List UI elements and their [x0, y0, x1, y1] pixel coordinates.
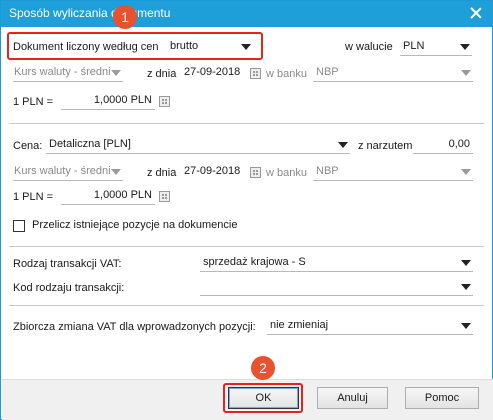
calculator-icon[interactable] [159, 96, 170, 107]
price-rate-left-label: 1 PLN = [13, 191, 54, 203]
highlight-box-1 [7, 32, 263, 60]
vat-code-label: Kod rodzaju transakcji: [13, 282, 125, 294]
separator [9, 246, 484, 247]
vat-transaction-value: sprzedaż krajowa - S [203, 256, 306, 268]
rate-type-dropdown[interactable]: Kurs waluty - średni [13, 64, 123, 82]
separator [9, 305, 484, 306]
calculator-icon[interactable] [159, 191, 170, 202]
chevron-down-icon [461, 260, 471, 266]
currency-dropdown[interactable]: PLN [400, 38, 472, 56]
step-badge-2: 2 [251, 356, 275, 380]
recalc-checkbox[interactable] [13, 220, 25, 232]
vat-transaction-dropdown[interactable]: sprzedaż krajowa - S [200, 254, 473, 272]
chevron-down-icon [111, 70, 121, 76]
vat-change-label: Zbiorcza zmiana VAT dla wprowadzonych po… [13, 321, 256, 333]
price-bank-dropdown[interactable]: NBP [313, 163, 473, 181]
currency-label: w walucie [345, 41, 393, 53]
chevron-down-icon [461, 284, 471, 290]
chevron-down-icon [460, 44, 470, 50]
currency-value: PLN [403, 40, 425, 52]
price-date-field[interactable]: 27-09-2018 [181, 163, 245, 181]
window-title: Sposób wyliczania dokumentu [9, 6, 171, 20]
separator [9, 123, 484, 124]
vat-code-dropdown[interactable] [200, 278, 473, 296]
date-field[interactable]: 27-09-2018 [181, 64, 245, 82]
price-rate-type-dropdown[interactable]: Kurs waluty - średni [13, 163, 123, 181]
markup-value: 0,00 [448, 138, 470, 150]
date-value: 27-09-2018 [184, 66, 241, 78]
bank-value: NBP [316, 66, 339, 78]
markup-label: z narzutem [358, 140, 413, 152]
chevron-down-icon [461, 70, 471, 76]
price-rate-value: 1,0000 PLN [93, 189, 152, 201]
bank-dropdown[interactable]: NBP [313, 64, 473, 82]
rate-left-label: 1 PLN = [13, 96, 54, 108]
cancel-button[interactable]: Anuluj [317, 387, 388, 409]
price-dropdown[interactable]: Detaliczna [PLN] [46, 136, 350, 154]
price-bank-value: NBP [316, 165, 339, 177]
calendar-icon[interactable] [250, 68, 261, 79]
vat-change-value: nie zmieniaj [270, 319, 329, 331]
calendar-icon[interactable] [250, 167, 261, 178]
recalc-label[interactable]: Przelicz istniejące pozycje na dokumenci… [32, 219, 237, 231]
bank-label: w banku [266, 68, 307, 80]
price-rate-value-field[interactable]: 1,0000 PLN [61, 187, 155, 205]
price-date-label: z dnia [147, 167, 177, 179]
markup-field[interactable]: 0,00 [413, 136, 473, 154]
title-bar: Sposób wyliczania dokumentu [1, 1, 492, 27]
vat-transaction-label: Rodzaj transakcji VAT: [13, 258, 122, 270]
price-value: Detaliczna [PLN] [49, 138, 131, 150]
dialog-window: Sposób wyliczania dokumentu Dokument lic… [0, 0, 493, 420]
rate-value-field[interactable]: 1,0000 PLN [61, 92, 155, 110]
help-button[interactable]: Pomoc [405, 387, 479, 409]
step-badge-1: 1 [113, 5, 137, 29]
chevron-down-icon [461, 169, 471, 175]
vat-change-dropdown[interactable]: nie zmieniaj [267, 317, 473, 335]
chevron-down-icon [111, 169, 121, 175]
price-rate-type-value: Kurs waluty - średni [14, 165, 111, 177]
rate-value: 1,0000 PLN [93, 94, 152, 106]
close-icon[interactable] [466, 3, 486, 23]
chevron-down-icon [338, 142, 348, 148]
highlight-box-2 [223, 383, 303, 413]
rate-type-value: Kurs waluty - średni [14, 66, 111, 78]
price-label: Cena: [13, 140, 43, 152]
chevron-down-icon [461, 323, 471, 329]
price-date-value: 27-09-2018 [184, 165, 241, 177]
date-label: z dnia [147, 68, 177, 80]
price-bank-label: w banku [266, 167, 307, 179]
